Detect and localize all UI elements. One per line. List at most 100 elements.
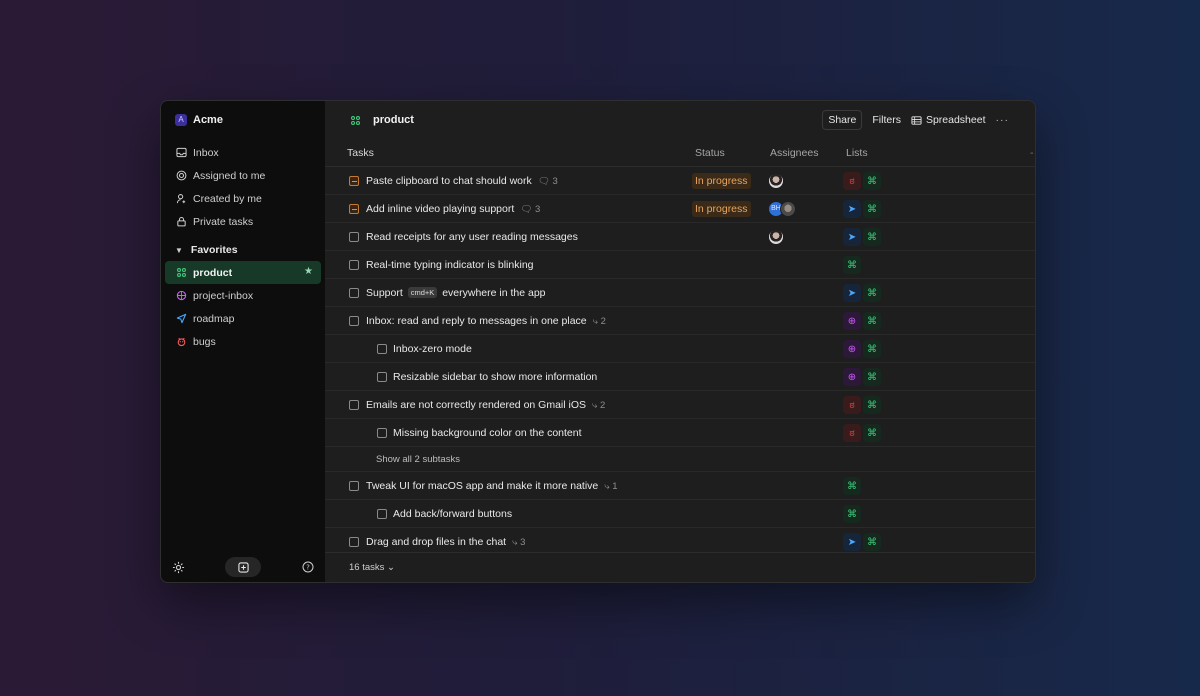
- task-checkbox[interactable]: [377, 344, 387, 354]
- sidebar-item-label: project-inbox: [193, 289, 254, 302]
- task-title: Inbox-zero mode: [393, 343, 472, 355]
- subtask-row[interactable]: Missing background color on the content …: [325, 419, 1035, 447]
- task-checkbox[interactable]: [349, 537, 359, 547]
- subtask-row[interactable]: Add back/forward buttons ⌘: [325, 500, 1035, 528]
- bugs-icon[interactable]: ಠ: [843, 424, 861, 442]
- topbar: product Share Filters Spreadsheet ···: [325, 101, 1035, 139]
- product-icon[interactable]: ⌘: [863, 396, 881, 414]
- help-icon[interactable]: ?: [301, 560, 315, 574]
- sidebar-item-bugs[interactable]: bugs: [165, 330, 321, 353]
- bugs-icon[interactable]: ಠ: [843, 172, 861, 190]
- svg-text:?: ?: [306, 563, 310, 571]
- task-lists: ➤ ⌘: [843, 284, 881, 302]
- task-checkbox[interactable]: [377, 372, 387, 382]
- bugs-icon: [175, 336, 187, 348]
- table-row[interactable]: Inbox: read and reply to messages in one…: [325, 307, 1035, 335]
- sidebar-item-project-inbox[interactable]: project-inbox: [165, 284, 321, 307]
- favorites-header[interactable]: ▼ Favorites: [161, 239, 325, 261]
- project-inbox-icon[interactable]: ⊕: [843, 368, 861, 386]
- product-icon[interactable]: ⌘: [863, 172, 881, 190]
- product-icon[interactable]: ⌘: [863, 312, 881, 330]
- table-row[interactable]: Emails are not correctly rendered on Gma…: [325, 391, 1035, 419]
- project-inbox-icon[interactable]: ⊕: [843, 312, 861, 330]
- table-row[interactable]: Add inline video playing support 🗨 3 In p…: [325, 195, 1035, 223]
- task-checkbox[interactable]: [349, 232, 359, 242]
- task-checkbox[interactable]: [349, 316, 359, 326]
- subtask-icon: ⤷ 2: [592, 400, 606, 411]
- sidebar-item-label: roadmap: [193, 312, 235, 325]
- sidebar-item-product[interactable]: product ★: [165, 261, 321, 284]
- app-window: A Acme Inbox Assigned to me Created by m…: [160, 100, 1036, 583]
- task-checkbox[interactable]: [349, 400, 359, 410]
- avatar[interactable]: [780, 201, 796, 217]
- show-all-subtasks-link[interactable]: Show all 2 subtasks: [376, 454, 460, 465]
- column-header-tasks[interactable]: Tasks: [347, 147, 374, 159]
- product-icon[interactable]: ⌘: [863, 368, 881, 386]
- sidebar-item-created[interactable]: Created by me: [161, 187, 325, 210]
- product-icon[interactable]: ⌘: [863, 200, 881, 218]
- project-inbox-icon[interactable]: ⊕: [843, 340, 861, 358]
- status-badge[interactable]: In progress: [692, 201, 751, 217]
- status-badge[interactable]: In progress: [692, 173, 751, 189]
- in-progress-checkbox[interactable]: [349, 204, 359, 214]
- in-progress-checkbox[interactable]: [349, 176, 359, 186]
- product-icon[interactable]: ⌘: [843, 477, 861, 495]
- table-row[interactable]: Paste clipboard to chat should work 🗨 3 I…: [325, 167, 1035, 195]
- sidebar-item-assigned[interactable]: Assigned to me: [161, 164, 325, 187]
- product-icon[interactable]: ⌘: [863, 424, 881, 442]
- task-checkbox[interactable]: [377, 509, 387, 519]
- comment-icon: 🗨 3: [520, 204, 541, 215]
- sidebar-item-private[interactable]: Private tasks: [161, 210, 325, 233]
- sidebar-item-roadmap[interactable]: roadmap: [165, 307, 321, 330]
- table-row[interactable]: Support cmd+K everywhere in the app ➤ ⌘: [325, 279, 1035, 307]
- bugs-icon[interactable]: ಠ: [843, 396, 861, 414]
- task-title: Add back/forward buttons: [393, 508, 513, 520]
- column-header-assignees[interactable]: Assignees: [770, 147, 818, 159]
- sidebar: A Acme Inbox Assigned to me Created by m…: [161, 101, 325, 582]
- roadmap-icon[interactable]: ➤: [843, 200, 861, 218]
- column-header-status[interactable]: Status: [695, 147, 725, 159]
- sidebar-nav: Inbox Assigned to me Created by me Priva…: [161, 141, 325, 233]
- add-column-button[interactable]: -: [1030, 147, 1034, 159]
- product-icon[interactable]: ⌘: [863, 228, 881, 246]
- settings-gear-icon[interactable]: [171, 560, 185, 574]
- product-icon[interactable]: ⌘: [843, 256, 861, 274]
- table-row[interactable]: Tweak UI for macOS app and make it more …: [325, 472, 1035, 500]
- spreadsheet-button[interactable]: Spreadsheet: [911, 114, 986, 126]
- avatar[interactable]: [768, 173, 784, 189]
- roadmap-icon[interactable]: ➤: [843, 533, 861, 551]
- keyboard-shortcut: cmd+K: [407, 287, 438, 298]
- avatar[interactable]: [768, 229, 784, 245]
- filters-button[interactable]: Filters: [872, 114, 901, 126]
- product-icon[interactable]: ⌘: [863, 533, 881, 551]
- share-button[interactable]: Share: [822, 110, 863, 130]
- sidebar-footer: ?: [161, 552, 325, 582]
- subtask-row[interactable]: Resizable sidebar to show more informati…: [325, 363, 1035, 391]
- subtask-row[interactable]: Inbox-zero mode ⊕ ⌘: [325, 335, 1035, 363]
- show-all-subtasks-row: Show all 2 subtasks: [325, 447, 1035, 472]
- product-icon: [175, 267, 187, 279]
- table-row[interactable]: Real-time typing indicator is blinking ⌘: [325, 251, 1035, 279]
- product-icon: [349, 114, 361, 126]
- task-checkbox[interactable]: [349, 481, 359, 491]
- task-title: Add inline video playing support 🗨 3: [366, 203, 541, 215]
- task-count-dropdown[interactable]: 16 tasks ⌄: [349, 562, 395, 573]
- sidebar-item-inbox[interactable]: Inbox: [161, 141, 325, 164]
- table-row[interactable]: Read receipts for any user reading messa…: [325, 223, 1035, 251]
- task-lists: ಠ ⌘: [843, 172, 881, 190]
- product-icon[interactable]: ⌘: [863, 284, 881, 302]
- product-icon[interactable]: ⌘: [863, 340, 881, 358]
- product-icon[interactable]: ⌘: [843, 505, 861, 523]
- workspace-switcher[interactable]: A Acme: [161, 101, 325, 139]
- task-checkbox[interactable]: [377, 428, 387, 438]
- roadmap-icon[interactable]: ➤: [843, 284, 861, 302]
- task-checkbox[interactable]: [349, 288, 359, 298]
- task-lists: ⊕ ⌘: [843, 340, 881, 358]
- star-icon[interactable]: ★: [304, 266, 313, 277]
- column-header-lists[interactable]: Lists: [846, 147, 868, 159]
- task-lists: ⌘: [843, 477, 861, 495]
- new-task-button[interactable]: [225, 557, 261, 577]
- more-options-icon[interactable]: ···: [996, 114, 1010, 126]
- task-checkbox[interactable]: [349, 260, 359, 270]
- roadmap-icon[interactable]: ➤: [843, 228, 861, 246]
